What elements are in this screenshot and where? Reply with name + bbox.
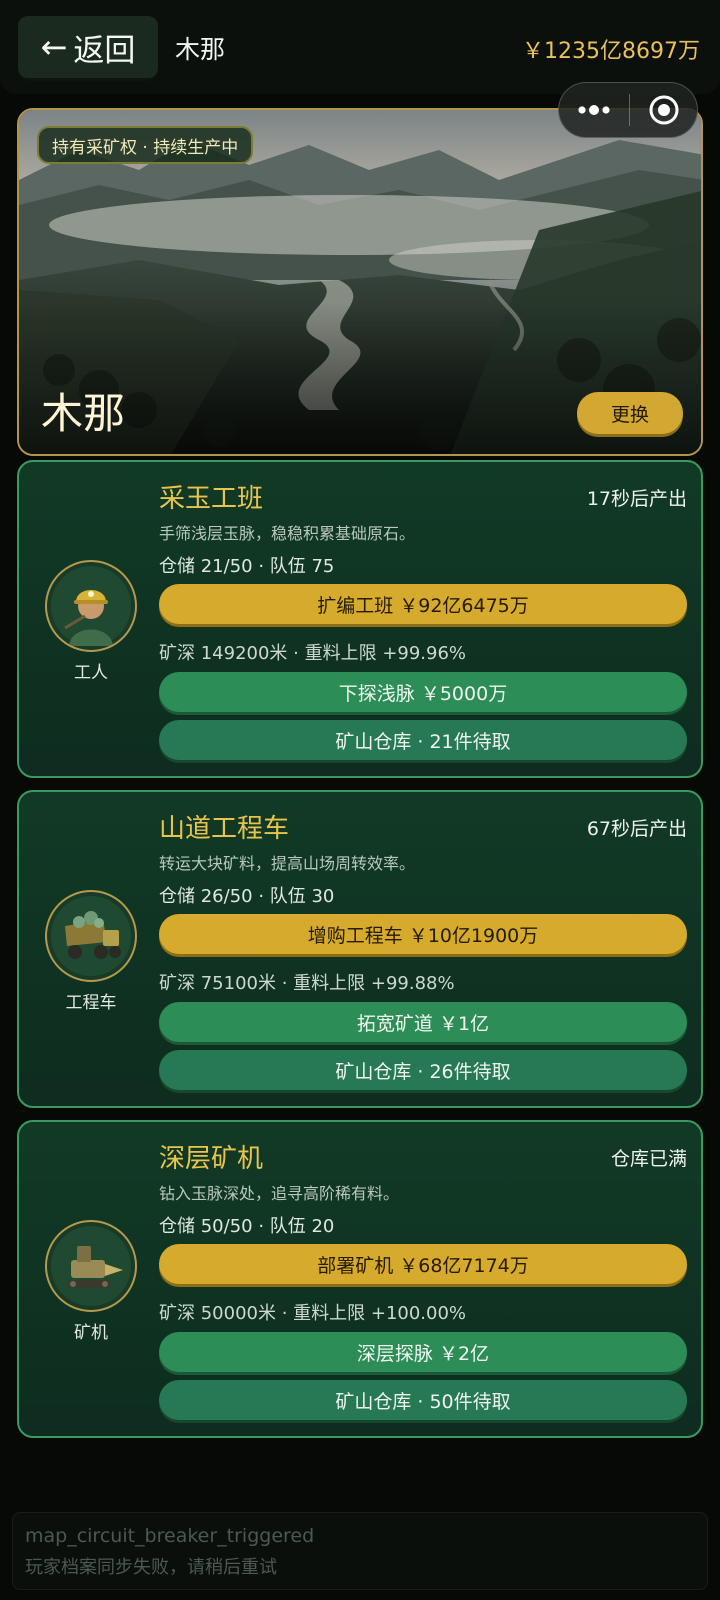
error-code: map_circuit_breaker_triggered	[25, 1525, 315, 1547]
back-button[interactable]: ← 返回	[18, 16, 158, 78]
miner-icon	[45, 560, 137, 652]
avatar-block: 矿机	[45, 1220, 137, 1343]
mine-depth-stats: 矿深 50000米 · 重料上限 +100.00%	[159, 1303, 467, 1324]
more-options-button[interactable]	[559, 83, 629, 137]
target-close-icon	[649, 95, 678, 125]
change-mine-button[interactable]: 更换	[577, 392, 683, 434]
error-message: 玩家档案同步失败，请稍后重试	[25, 1557, 277, 1578]
avatar-block: 工程车	[45, 890, 137, 1013]
mine-depth-stats: 矿深 149200米 · 重料上限 +99.96%	[159, 643, 467, 664]
storage-team-stats: 仓储 26/50 · 队伍 30	[159, 886, 335, 907]
back-label: 返回	[73, 32, 136, 69]
mine-storage-button[interactable]: 矿山仓库 · 21件待取	[159, 720, 687, 760]
card-title: 深层矿机	[159, 1144, 264, 1174]
page-title: 木那	[175, 35, 226, 64]
avatar-label: 工人	[74, 663, 108, 683]
mining-status-badge: 持有采矿权 · 持续生产中	[37, 126, 254, 164]
dump-truck-icon	[45, 890, 137, 982]
mine-name: 木那	[41, 389, 126, 438]
card-title: 采玉工班	[159, 484, 264, 514]
close-miniprogram-button[interactable]	[630, 83, 697, 137]
mine-hero-banner: 持有采矿权 · 持续生产中 木那 更换	[17, 108, 703, 456]
avatar-label: 矿机	[74, 1323, 108, 1343]
production-card-truck: 工程车 山道工程车 67秒后产出 转运大块矿料，提高山场周转效率。 仓储 26/…	[17, 790, 703, 1108]
mine-storage-button[interactable]: 矿山仓库 · 26件待取	[159, 1050, 687, 1090]
mine-depth-stats: 矿深 75100米 · 重料上限 +99.88%	[159, 973, 455, 994]
avatar-block: 工人	[45, 560, 137, 683]
buy-truck-button[interactable]: 增购工程车 ￥10亿1900万	[159, 914, 687, 954]
deep-explore-button[interactable]: 深层探脉 ￥2亿	[159, 1332, 687, 1372]
explore-vein-button[interactable]: 下探浅脉 ￥5000万	[159, 672, 687, 712]
production-timer: 17秒后产出	[586, 488, 687, 510]
storage-team-stats: 仓储 50/50 · 队伍 20	[159, 1216, 335, 1237]
error-message-box: map_circuit_breaker_triggered 玩家档案同步失败，请…	[12, 1512, 708, 1590]
capsule-menu	[558, 82, 698, 138]
arrow-left-icon: ←	[40, 28, 68, 66]
card-description: 钻入玉脉深处，追寻高阶稀有料。	[159, 1184, 400, 1203]
drill-machine-icon	[45, 1220, 137, 1312]
storage-team-stats: 仓储 21/50 · 队伍 75	[159, 556, 335, 577]
card-description: 转运大块矿料，提高山场周转效率。	[159, 854, 416, 873]
production-timer: 仓库已满	[610, 1148, 687, 1170]
deploy-drill-button[interactable]: 部署矿机 ￥68亿7174万	[159, 1244, 687, 1284]
card-title: 山道工程车	[159, 814, 290, 844]
top-bar: ← 返回 木那 ￥1235亿8697万	[0, 0, 720, 94]
avatar-label: 工程车	[65, 993, 117, 1013]
production-card-workers: 工人 采玉工班 17秒后产出 手筛浅层玉脉，稳稳积累基础原石。 仓储 21/50…	[17, 460, 703, 778]
expand-team-button[interactable]: 扩编工班 ￥92亿6475万	[159, 584, 687, 624]
widen-tunnel-button[interactable]: 拓宽矿道 ￥1亿	[159, 1002, 687, 1042]
more-dots-icon	[578, 105, 610, 115]
production-timer: 67秒后产出	[586, 818, 687, 840]
balance-display: ￥1235亿8697万	[522, 39, 700, 64]
production-card-drill: 矿机 深层矿机 仓库已满 钻入玉脉深处，追寻高阶稀有料。 仓储 50/50 · …	[17, 1120, 703, 1438]
mine-storage-button[interactable]: 矿山仓库 · 50件待取	[159, 1380, 687, 1420]
card-description: 手筛浅层玉脉，稳稳积累基础原石。	[159, 524, 416, 543]
